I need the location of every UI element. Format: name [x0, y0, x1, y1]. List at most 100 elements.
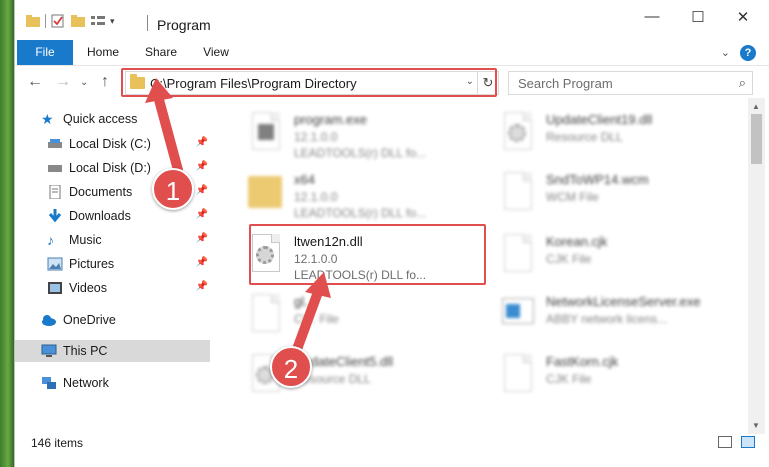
- network-icon: [42, 377, 56, 389]
- computer-icon: [41, 344, 57, 357]
- tab-share[interactable]: Share: [141, 40, 181, 65]
- downloads-icon: [48, 209, 62, 223]
- scroll-down-icon[interactable]: ▼: [752, 421, 760, 430]
- status-bar: 146 items: [15, 434, 769, 467]
- file-item-updateclient19-dll[interactable]: UpdateClient19.dll Resource DLL: [496, 106, 736, 164]
- sidebar-item-label: Downloads: [69, 209, 131, 223]
- sidebar-item-music[interactable]: ♪ Music 📌: [15, 229, 210, 251]
- sidebar-item-label: Local Disk (C:): [69, 137, 151, 151]
- view-options-icon[interactable]: [90, 14, 106, 28]
- file-name: Korean.cjk: [546, 234, 608, 249]
- file-item-fastkorn-cjk[interactable]: FastKorn.cjk CJK File: [496, 348, 736, 406]
- file-description: LEADTOOLS(r) DLL fo...: [294, 206, 427, 220]
- pin-icon: 📌: [195, 281, 208, 292]
- file-item-program-exe[interactable]: program.exe 12.1.0.0 LEADTOOLS(r) DLL fo…: [244, 106, 484, 164]
- file-version: 12.1.0.0: [294, 252, 338, 266]
- file-item-networklicenseserver-exe[interactable]: NetworkLicenseServer.exe ABBY network li…: [496, 288, 736, 346]
- videos-icon: [48, 282, 62, 294]
- dll-gear-icon: [498, 110, 538, 156]
- file-item-partial[interactable]: gl... CI... File: [244, 288, 484, 346]
- file-name: SndToWP14.wcm: [546, 172, 649, 187]
- file-name: program.exe: [294, 112, 367, 127]
- file-name: UpdateClient19.dll: [546, 112, 653, 127]
- sidebar-item-label: Pictures: [69, 257, 115, 271]
- maximize-button[interactable]: ☐: [683, 8, 713, 26]
- title-separator: [147, 15, 148, 31]
- minimize-button[interactable]: —: [637, 8, 667, 25]
- drive-icon: [48, 165, 62, 172]
- search-icon: ⌕: [738, 75, 746, 90]
- recent-locations-button[interactable]: ⌄: [80, 77, 88, 88]
- file-name: ltwen12n.dll: [294, 234, 363, 249]
- title-bar: ▾ Program — ☐ ✕: [15, 0, 769, 38]
- scroll-up-icon[interactable]: ▲: [752, 102, 760, 111]
- cloud-icon: [42, 315, 56, 326]
- file-item-sndtowp14-wcm[interactable]: SndToWP14.wcm WCM File: [496, 166, 736, 224]
- file-item-korean-cjk[interactable]: Korean.cjk CJK File: [496, 228, 736, 286]
- sidebar-item-onedrive[interactable]: OneDrive: [15, 309, 210, 331]
- tab-home[interactable]: Home: [85, 40, 121, 65]
- address-bar[interactable]: C:\Program Files\Program Directory ⌄: [125, 71, 478, 95]
- forward-button[interactable]: →: [55, 73, 71, 91]
- help-icon[interactable]: ?: [740, 45, 756, 61]
- file-name: NetworkLicenseServer.exe: [546, 294, 701, 309]
- large-icons-view-icon[interactable]: [741, 436, 755, 448]
- sidebar-item-label: Music: [69, 233, 102, 247]
- file-name: x64: [294, 172, 315, 187]
- vertical-scrollbar[interactable]: ▲ ▼: [748, 98, 765, 434]
- file-name: FastKorn.cjk: [546, 354, 619, 369]
- ribbon-tabs: File Home Share View ⌄ ?: [15, 40, 769, 66]
- sidebar-item-label: OneDrive: [63, 313, 116, 327]
- sidebar-item-pictures[interactable]: Pictures 📌: [15, 253, 210, 275]
- chevron-down-icon[interactable]: ⌄: [466, 76, 474, 87]
- file-icon: [498, 170, 538, 216]
- navigation-bar: ← → ⌄ ↑ C:\Program Files\Program Directo…: [15, 66, 769, 98]
- navigation-pane: ★ Quick access Local Disk (C:) 📌 Local D…: [15, 104, 213, 434]
- folder-icon[interactable]: [25, 14, 41, 28]
- pin-icon: 📌: [195, 209, 208, 220]
- sidebar-item-this-pc[interactable]: This PC: [15, 340, 210, 362]
- folder-icon: [130, 74, 145, 89]
- file-version: 12.1.0.0: [294, 130, 338, 144]
- new-folder-icon[interactable]: [70, 14, 86, 28]
- refresh-button[interactable]: ↻: [477, 71, 499, 95]
- sidebar-item-network[interactable]: Network: [15, 372, 210, 394]
- properties-icon[interactable]: [50, 14, 66, 28]
- item-count: 146 items: [31, 436, 84, 450]
- sidebar-item-label: Documents: [69, 185, 133, 199]
- close-button[interactable]: ✕: [728, 8, 758, 26]
- window-title: Program: [157, 17, 211, 33]
- pin-icon: 📌: [195, 233, 208, 244]
- drive-icon: [48, 139, 62, 148]
- back-button[interactable]: ←: [27, 73, 43, 91]
- star-icon: ★: [41, 111, 54, 127]
- file-description: ABBY network licens...: [546, 312, 668, 326]
- customize-toolbar-icon[interactable]: ▾: [110, 16, 115, 27]
- expand-ribbon-icon[interactable]: ⌄: [721, 46, 730, 59]
- pin-icon: 📌: [195, 137, 208, 148]
- sidebar-item-label: Network: [63, 376, 109, 390]
- file-item-x64[interactable]: x64 12.1.0.0 LEADTOOLS(r) DLL fo...: [244, 166, 484, 224]
- callout-1: 1: [152, 168, 194, 210]
- tab-view[interactable]: View: [199, 40, 233, 65]
- file-icon: [498, 232, 538, 278]
- tab-file[interactable]: File: [17, 40, 73, 65]
- scroll-thumb[interactable]: [751, 114, 762, 164]
- file-icon: [246, 292, 286, 338]
- sidebar-item-quick-access[interactable]: ★ Quick access: [15, 108, 210, 130]
- search-input[interactable]: Search Program ⌕: [508, 71, 753, 95]
- sidebar-item-label: Local Disk (D:): [69, 161, 151, 175]
- file-icon: [498, 352, 538, 398]
- details-view-icon[interactable]: [718, 436, 732, 448]
- sidebar-item-label: This PC: [63, 344, 108, 358]
- sidebar-item-videos[interactable]: Videos 📌: [15, 277, 210, 299]
- file-description: LEADTOOLS(r) DLL fo...: [294, 268, 427, 282]
- folder-icon: [246, 170, 286, 216]
- file-version: 12.1.0.0: [294, 190, 338, 204]
- app-icon: [498, 292, 538, 338]
- file-name: gl...: [294, 294, 315, 309]
- file-item-ltwen12n-dll[interactable]: ltwen12n.dll 12.1.0.0 LEADTOOLS(r) DLL f…: [244, 228, 484, 286]
- up-button[interactable]: ↑: [101, 73, 109, 91]
- exe-icon: [246, 110, 286, 156]
- sidebar-item-local-disk-c[interactable]: Local Disk (C:) 📌: [15, 133, 210, 155]
